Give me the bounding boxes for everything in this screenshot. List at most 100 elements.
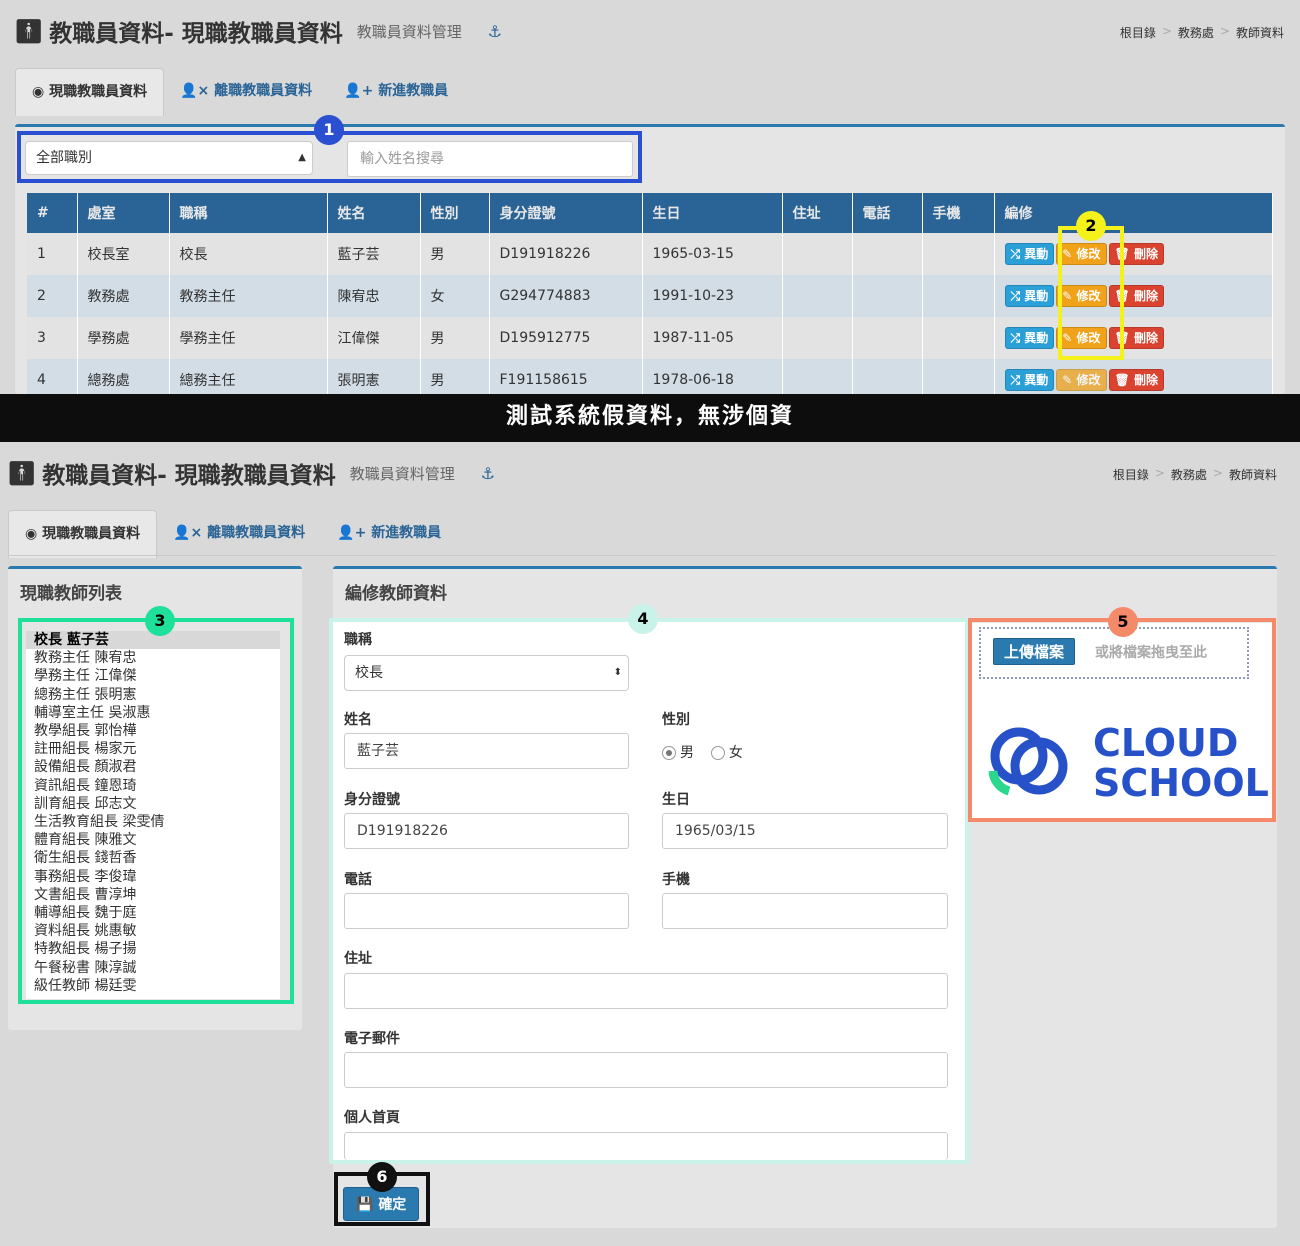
cell-actions: ⤮ 異動 ✎ 修改 🗑 刪除 xyxy=(994,317,1273,359)
edit-button[interactable]: ✎ 修改 xyxy=(1056,369,1107,391)
breadcrumb-teacher[interactable]: 教師資料 xyxy=(1229,466,1277,483)
breadcrumb-academic[interactable]: 教務處 xyxy=(1171,466,1207,483)
col-no: # xyxy=(27,193,78,233)
annotation-badge-5: 5 xyxy=(1108,607,1138,637)
id-field[interactable]: D191918226 xyxy=(344,813,629,849)
gender-male-radio[interactable] xyxy=(662,746,676,760)
list-item[interactable]: 總務主任 張明憲 xyxy=(26,686,280,704)
list-item[interactable]: 輔導室主任 吳淑惠 xyxy=(26,704,280,722)
delete-button[interactable]: 🗑 刪除 xyxy=(1108,327,1164,349)
edit-icon: ✎ xyxy=(1062,331,1077,345)
transfer-button[interactable]: ⤮ 異動 xyxy=(1004,285,1055,307)
title-select[interactable]: 校長 ⬍ xyxy=(344,655,629,691)
staff-list-panel: 全部職別 ▲ 輸入姓名搜尋 # 處室 職稱 姓名 性別 身分證號 生日 住址 電話… xyxy=(15,124,1285,401)
name-label: 姓名 xyxy=(344,712,372,728)
list-item[interactable]: 教學組長 郭怡樺 xyxy=(26,722,280,740)
list-item[interactable]: 註冊組長 楊家元 xyxy=(26,740,280,758)
page-header-top: 🚹︎ 教職員資料- 現職教職員資料 教職員資料管理 ⚓ xyxy=(14,14,502,48)
notice-banner: 測試系統假資料，無涉個資 xyxy=(0,394,1300,442)
list-item[interactable]: 訓育組長 邱志文 xyxy=(26,795,280,813)
edit-heading: 編修教師資料 xyxy=(345,584,447,604)
list-item[interactable]: 資料組長 姚惠敏 xyxy=(26,922,280,940)
upload-button[interactable]: 上傳檔案 xyxy=(993,638,1076,665)
cell-name: 江偉傑 xyxy=(327,317,421,359)
edit-panel: 編修教師資料 職稱 校長 ⬍ 姓名 藍子芸 性別 男 女 身分證號 D191918… xyxy=(333,566,1277,1228)
search-input[interactable]: 輸入姓名搜尋 xyxy=(347,141,633,177)
address-label: 住址 xyxy=(344,951,372,967)
user-remove-icon: 👤× xyxy=(173,525,208,541)
page-title: 教職員資料- 現職教職員資料 xyxy=(42,463,336,489)
list-item[interactable]: 教務主任 陳宥忠 xyxy=(26,649,280,667)
trash-icon: 🗑 xyxy=(1114,247,1134,261)
cell-actions: ⤮ 異動 ✎ 修改 🗑 刪除 xyxy=(994,275,1273,317)
tab-current-staff[interactable]: ◉ 現職教職員資料 xyxy=(15,68,165,116)
cell-title: 學務主任 xyxy=(169,317,328,359)
tab-current-staff[interactable]: ◉ 現職教職員資料 xyxy=(8,510,158,558)
cell-birthday: 1987-11-05 xyxy=(642,317,783,359)
col-dept: 處室 xyxy=(77,193,170,233)
edit-button[interactable]: ✎ 修改 xyxy=(1056,327,1107,349)
cell-name: 藍子芸 xyxy=(327,233,421,275)
cell-id: D195912775 xyxy=(489,317,643,359)
mobile-field[interactable] xyxy=(662,893,948,929)
email-field[interactable] xyxy=(344,1052,948,1088)
annotation-badge-4: 4 xyxy=(628,604,658,634)
breadcrumb-teacher[interactable]: 教師資料 xyxy=(1236,24,1284,41)
list-item[interactable]: 設備組長 顏淑君 xyxy=(26,758,280,776)
cell-no: 1 xyxy=(27,233,78,275)
transfer-button[interactable]: ⤮ 異動 xyxy=(1004,327,1055,349)
breadcrumb: 根目錄 > 教務處 > 教師資料 xyxy=(1112,466,1277,483)
col-mobile: 手機 xyxy=(922,193,995,233)
homepage-field[interactable] xyxy=(344,1132,948,1160)
address-field[interactable] xyxy=(344,973,948,1009)
list-item[interactable]: 午餐秘書 陳淳誠 xyxy=(26,959,280,977)
list-item[interactable]: 事務組長 李俊瑋 xyxy=(26,868,280,886)
upload-dropzone[interactable]: 上傳檔案 或將檔案拖曳至此 xyxy=(979,627,1249,679)
cloud-school-wordmark: CLOUD SCHOOL xyxy=(1093,723,1269,803)
list-item[interactable]: 資訊組長 鐘恩琦 xyxy=(26,777,280,795)
person-icon: 🚹︎ xyxy=(7,460,37,487)
gender-female-label: 女 xyxy=(728,745,743,761)
anchor-icon[interactable]: ⚓ xyxy=(481,464,495,483)
gender-female-radio[interactable] xyxy=(710,746,725,760)
delete-button[interactable]: 🗑 刪除 xyxy=(1108,285,1164,307)
phone-field[interactable] xyxy=(344,893,629,929)
birthday-field[interactable]: 1965/03/15 xyxy=(662,813,948,849)
list-item[interactable]: 體育組長 陳雅文 xyxy=(26,831,280,849)
anchor-icon[interactable]: ⚓ xyxy=(488,22,502,41)
list-item[interactable]: 學務主任 江偉傑 xyxy=(26,667,280,685)
phone-label: 電話 xyxy=(344,872,372,888)
transfer-button[interactable]: ⤮ 異動 xyxy=(1004,243,1055,265)
breadcrumb-academic[interactable]: 教務處 xyxy=(1178,24,1214,41)
user-circle-icon: ◉ xyxy=(25,526,43,542)
cell-address xyxy=(782,275,853,317)
tab-new-staff[interactable]: 👤+ 新進教職員 xyxy=(321,510,457,558)
annotation-badge-2: 2 xyxy=(1076,211,1106,241)
teacher-listbox[interactable]: 校長 藍子芸 教務主任 陳宥忠 學務主任 江偉傑 總務主任 張明憲 輔導室主任 … xyxy=(26,631,280,999)
breadcrumb-root[interactable]: 根目錄 xyxy=(1120,24,1156,41)
delete-button[interactable]: 🗑 刪除 xyxy=(1108,369,1164,391)
transfer-button[interactable]: ⤮ 異動 xyxy=(1004,369,1055,391)
gender-label: 性別 xyxy=(662,712,690,728)
edit-button[interactable]: ✎ 修改 xyxy=(1056,285,1107,307)
gender-radio-group: 男 女 xyxy=(662,742,743,762)
cell-mobile xyxy=(922,233,995,275)
edit-button[interactable]: ✎ 修改 xyxy=(1056,243,1107,265)
list-item[interactable]: 輔導組長 魏于庭 xyxy=(26,904,280,922)
confirm-button[interactable]: 💾 確定 xyxy=(343,1187,420,1221)
email-label: 電子郵件 xyxy=(344,1031,400,1047)
name-field[interactable]: 藍子芸 xyxy=(344,733,629,769)
page-subtitle: 教職員資料管理 xyxy=(356,22,462,41)
delete-button[interactable]: 🗑 刪除 xyxy=(1108,243,1164,265)
list-item[interactable]: 衛生組長 錢哲香 xyxy=(26,849,280,867)
tab-new-staff[interactable]: 👤+ 新進教職員 xyxy=(328,68,464,116)
list-item[interactable]: 特教組長 楊子揚 xyxy=(26,940,280,958)
page-header-bottom: 🚹︎ 教職員資料- 現職教職員資料 教職員資料管理 ⚓ xyxy=(7,456,495,490)
breadcrumb-root[interactable]: 根目錄 xyxy=(1113,466,1149,483)
role-select[interactable]: 全部職別 ▲ xyxy=(25,141,313,175)
list-item[interactable]: 生活教育組長 梁雯倩 xyxy=(26,813,280,831)
tab-resigned-staff[interactable]: 👤× 離職教職員資料 xyxy=(164,68,328,116)
list-item[interactable]: 文書組長 曹淳坤 xyxy=(26,886,280,904)
tab-resigned-staff[interactable]: 👤× 離職教職員資料 xyxy=(157,510,321,558)
list-item[interactable]: 級任教師 楊廷雯 xyxy=(26,977,280,995)
